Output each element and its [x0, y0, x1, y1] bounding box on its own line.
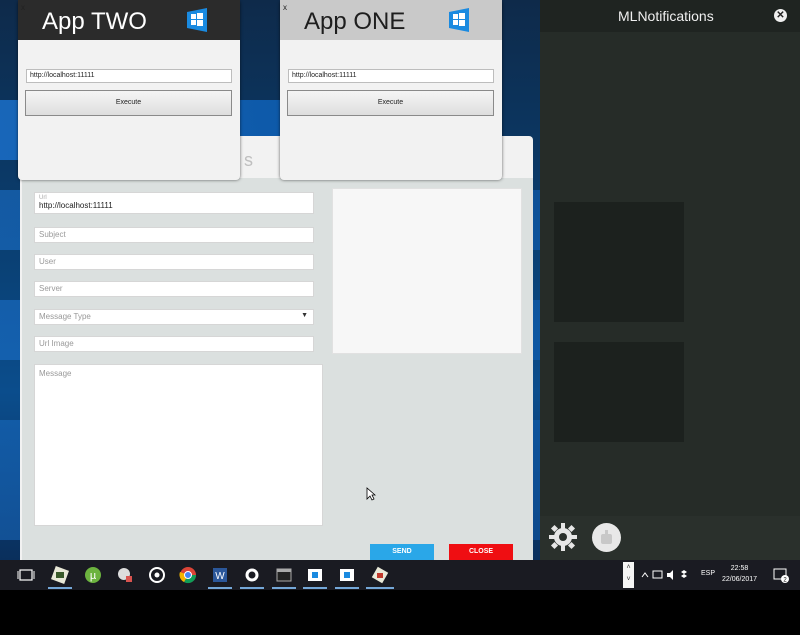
windows-logo-icon	[187, 8, 207, 32]
notifications-header: MLNotifications ✕	[540, 0, 800, 32]
taskbar: µ W 22:58 22/06/2017 2	[0, 560, 800, 590]
window-title-fragment: s	[244, 150, 253, 170]
close-button[interactable]: CLOSE	[449, 544, 513, 560]
ml-notifications-app-icon[interactable]	[370, 565, 390, 585]
app-one-close-icon[interactable]: x	[283, 3, 287, 12]
terminal-icon[interactable]	[274, 565, 294, 585]
message-textarea[interactable]: Message	[34, 364, 323, 526]
notifications-close-icon[interactable]: ✕	[774, 9, 787, 22]
app-one-execute-button[interactable]: Execute	[287, 90, 494, 116]
url-value: http://localhost:11111	[39, 201, 113, 210]
settings-icon[interactable]	[242, 565, 262, 585]
chrome-icon[interactable]	[178, 565, 198, 585]
notifications-title: MLNotifications	[618, 8, 714, 24]
app-window-icon[interactable]	[337, 565, 357, 585]
subject-field[interactable]: Subject	[34, 227, 314, 243]
send-button[interactable]: SEND	[370, 544, 434, 560]
notification-sender-window: s Url http://localhost:11111 Subject Use…	[20, 136, 533, 568]
app-one-window: x App ONE http://localhost:11111 Execute	[280, 0, 502, 180]
svg-text:µ: µ	[90, 570, 97, 582]
app-one-titlebar: x App ONE	[280, 0, 502, 40]
image-preview	[332, 188, 522, 354]
tray-scroller[interactable]: ˄ ˅	[623, 562, 634, 588]
app-one-url-input[interactable]: http://localhost:11111	[288, 69, 494, 83]
message-placeholder: Message	[39, 369, 72, 378]
sync-app-icon[interactable]	[147, 565, 167, 585]
action-center-icon[interactable]: 2	[772, 566, 790, 584]
chevron-up-icon[interactable]: ˄	[623, 562, 634, 574]
form-area: Url http://localhost:11111 Subject User …	[22, 178, 533, 566]
system-tray-icons[interactable]	[640, 568, 700, 582]
url-field[interactable]: Url http://localhost:11111	[34, 192, 314, 214]
chevron-down-icon: ▼	[301, 312, 308, 319]
notifications-area	[540, 32, 800, 516]
app-two-execute-button[interactable]: Execute	[25, 90, 232, 116]
user-field[interactable]: User	[34, 254, 314, 270]
server-field[interactable]: Server	[34, 281, 314, 297]
app-two-titlebar: x App TWO	[18, 0, 240, 40]
url-image-placeholder: Url Image	[39, 339, 74, 348]
chevron-down-icon[interactable]: ˅	[623, 574, 634, 586]
url-image-field[interactable]: Url Image	[34, 336, 314, 352]
task-view-icon[interactable]	[16, 565, 36, 585]
clock-date: 22/06/2017	[722, 576, 758, 583]
clock-time: 22:58	[730, 565, 749, 572]
app-one-title: App ONE	[304, 8, 406, 35]
notifications-footer	[540, 516, 800, 560]
word-icon[interactable]: W	[210, 565, 230, 585]
user-placeholder: User	[39, 257, 56, 266]
language-indicator[interactable]: ESP	[701, 570, 715, 577]
paint-app-icon[interactable]	[115, 565, 135, 585]
notifications-panel: MLNotifications ✕	[540, 0, 800, 560]
robot-avatar-icon[interactable]	[592, 523, 621, 552]
app-window-icon[interactable]	[305, 565, 325, 585]
windows-logo-icon	[449, 8, 469, 32]
app-two-title: App TWO	[42, 8, 147, 35]
visual-studio-app-icon[interactable]	[50, 565, 70, 585]
mouse-cursor-icon	[366, 487, 376, 501]
settings-gear-icon[interactable]	[548, 522, 578, 552]
clock[interactable]: 22:58 22/06/2017	[722, 563, 757, 585]
svg-text:W: W	[215, 571, 225, 582]
utorrent-icon[interactable]: µ	[83, 565, 103, 585]
message-type-select[interactable]: Message Type ▼	[34, 309, 314, 325]
app-two-close-icon[interactable]: x	[21, 3, 25, 12]
server-placeholder: Server	[39, 284, 63, 293]
app-two-url-input[interactable]: http://localhost:11111	[26, 69, 232, 83]
app-two-window: x App TWO http://localhost:11111 Execute	[18, 0, 240, 180]
subject-placeholder: Subject	[39, 230, 66, 239]
message-type-placeholder: Message Type	[39, 312, 91, 321]
